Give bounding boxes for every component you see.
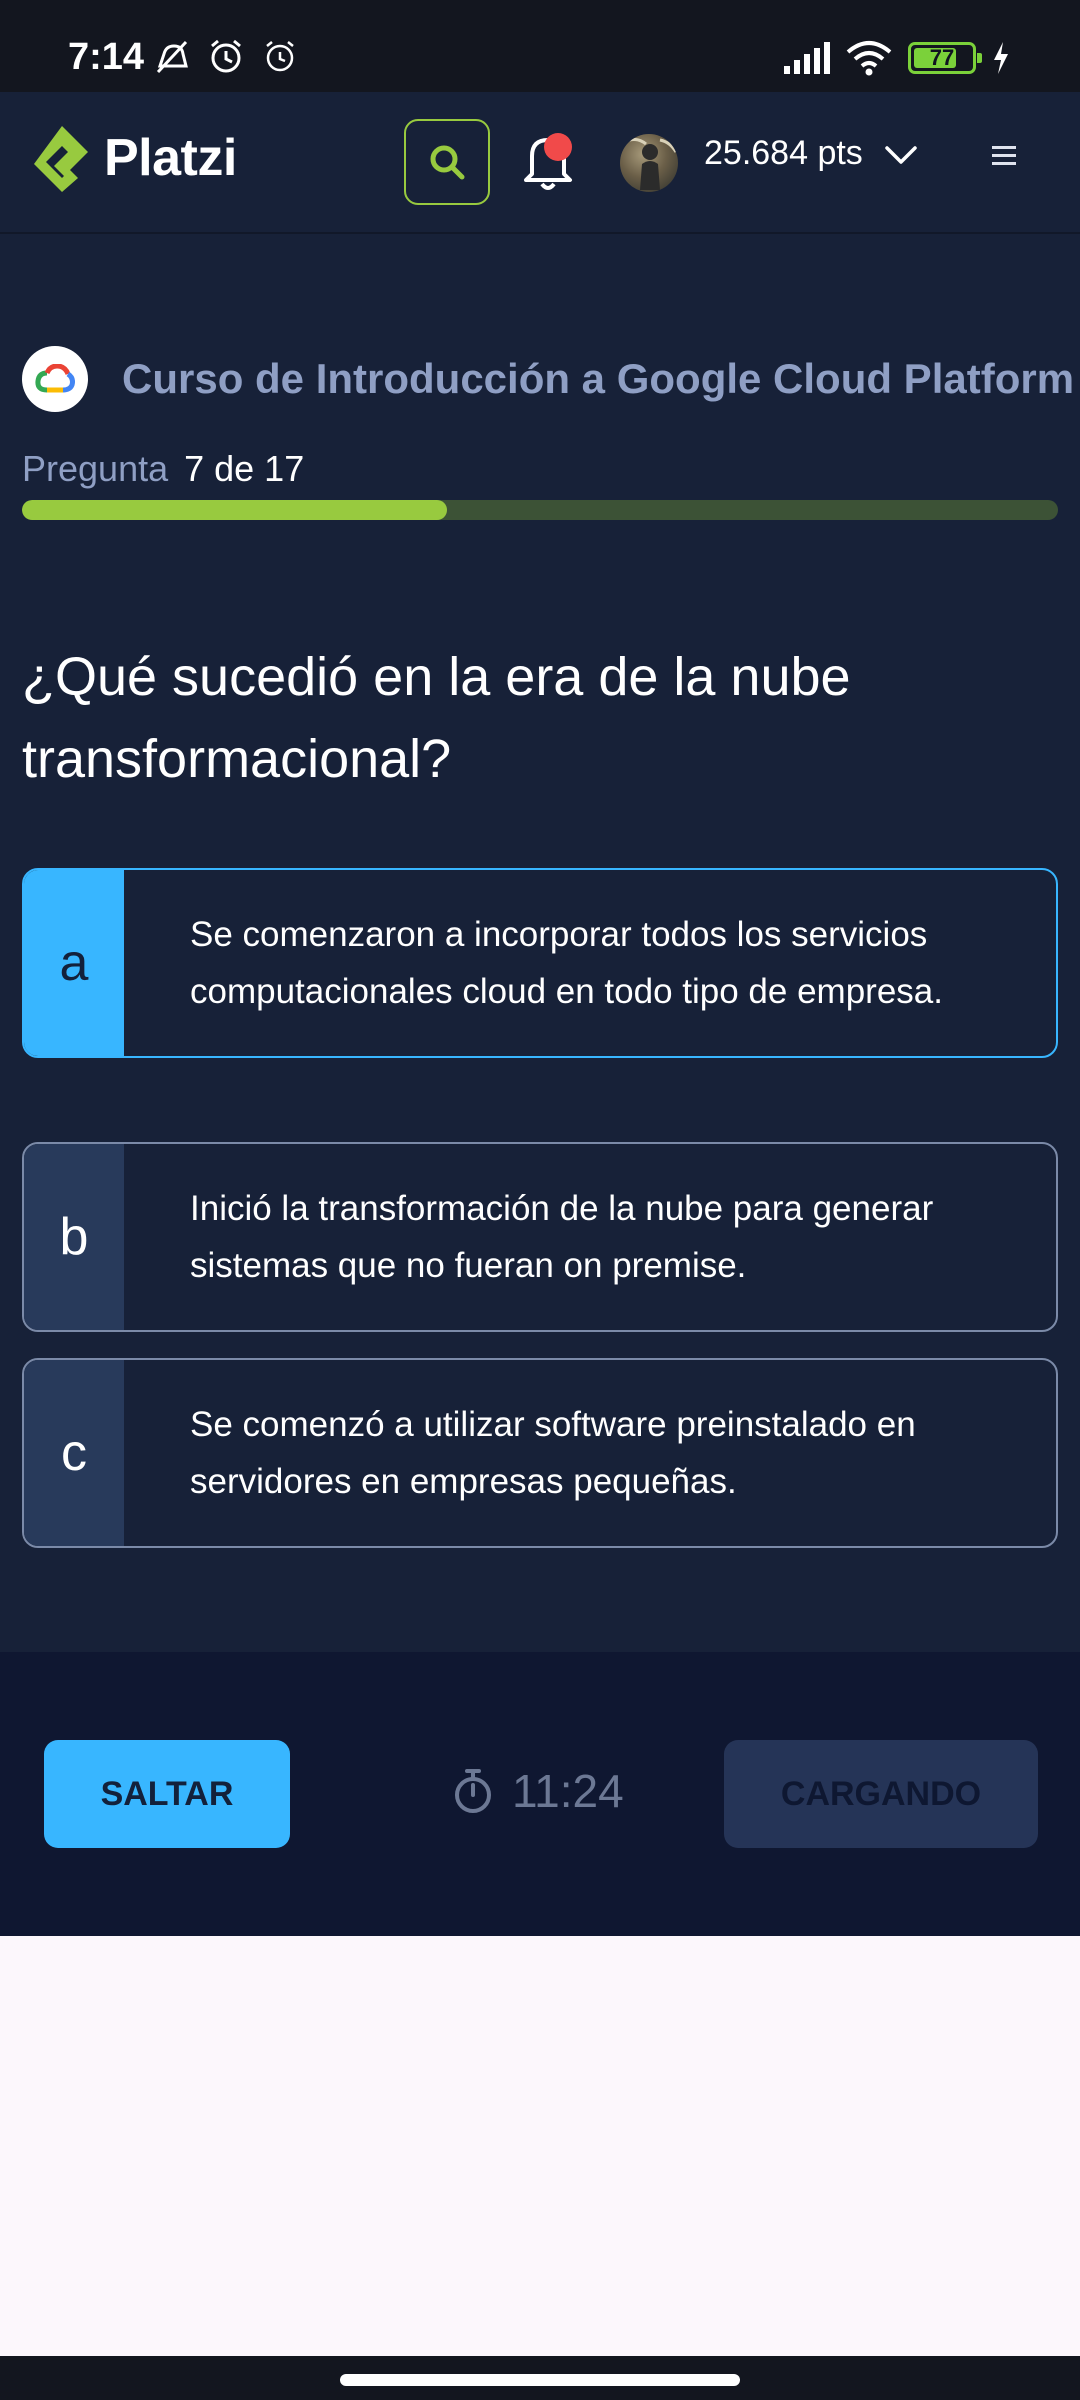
user-points[interactable]: 25.684 pts [704,134,863,173]
status-bar: 7:14 77 [0,0,1080,92]
do-not-disturb-icon [156,40,188,74]
stopwatch-icon [455,1769,491,1813]
status-time: 7:14 [68,36,145,78]
progress-bar [22,500,1058,520]
status-left-icons [152,36,300,76]
course-header: Curso de Introducción a Google Cloud Pla… [22,346,1074,412]
app-screen: 7:14 77 Platzi 25.684 pts Curso de Intro… [0,0,1080,2400]
platzi-logo-text: Platzi [104,129,237,187]
google-cloud-icon [22,346,88,412]
alarm-icon [211,39,241,73]
answer-text: Se comenzó a utilizar software preinstal… [190,1405,916,1501]
timer-value: 11:24 [512,1765,624,1817]
signal-icon [784,42,830,74]
blank-area [0,1936,1080,2356]
battery-icon: 77 [908,42,982,74]
quiz-main: Curso de Introducción a Google Cloud Pla… [0,234,1080,1652]
course-title: Curso de Introducción a Google Cloud Pla… [122,355,1075,402]
answer-option-a[interactable]: a Se comenzaron a incorporar todos los s… [22,868,1058,1058]
question-progress-label: Pregunta 7 de 17 [22,448,304,490]
charging-icon [994,42,1008,74]
platzi-logo-icon [34,126,88,192]
question-text: ¿Qué sucedió en la era de la nube transf… [22,647,851,789]
progress-count: 7 de 17 [184,448,305,489]
progress-bar-fill [22,500,447,520]
answer-letter: b [24,1144,124,1330]
notification-badge [544,133,572,161]
answer-letter: a [24,870,124,1056]
quiz-timer: 11:24 [452,1764,624,1818]
answer-letter: c [24,1360,124,1546]
chevron-down-icon[interactable] [884,144,918,166]
quiz-footer: SALTAR 11:24 CARGANDO [0,1652,1080,1936]
loading-button: CARGANDO [724,1740,1038,1848]
battery-percent: 77 [929,45,955,70]
search-icon [430,145,465,180]
avatar[interactable] [620,134,678,192]
search-button[interactable] [404,119,490,205]
alarm-icon [266,41,294,72]
menu-icon[interactable] [988,142,1020,170]
status-right-icons: 77 [784,40,1010,76]
skip-button[interactable]: SALTAR [44,1740,290,1848]
answer-text: Inició la transformación de la nube para… [190,1189,934,1285]
home-gesture-bar[interactable] [340,2374,740,2386]
app-header: Platzi 25.684 pts [0,92,1080,234]
answer-option-c[interactable]: c Se comenzó a utilizar software preinst… [22,1358,1058,1548]
answer-option-b[interactable]: b Inició la transformación de la nube pa… [22,1142,1058,1332]
wifi-icon [846,41,892,76]
progress-word: Pregunta [22,448,169,489]
avatar-figure-icon [623,137,678,190]
platzi-logo[interactable]: Platzi [30,122,237,194]
answer-text: Se comenzaron a incorporar todos los ser… [190,915,943,1011]
